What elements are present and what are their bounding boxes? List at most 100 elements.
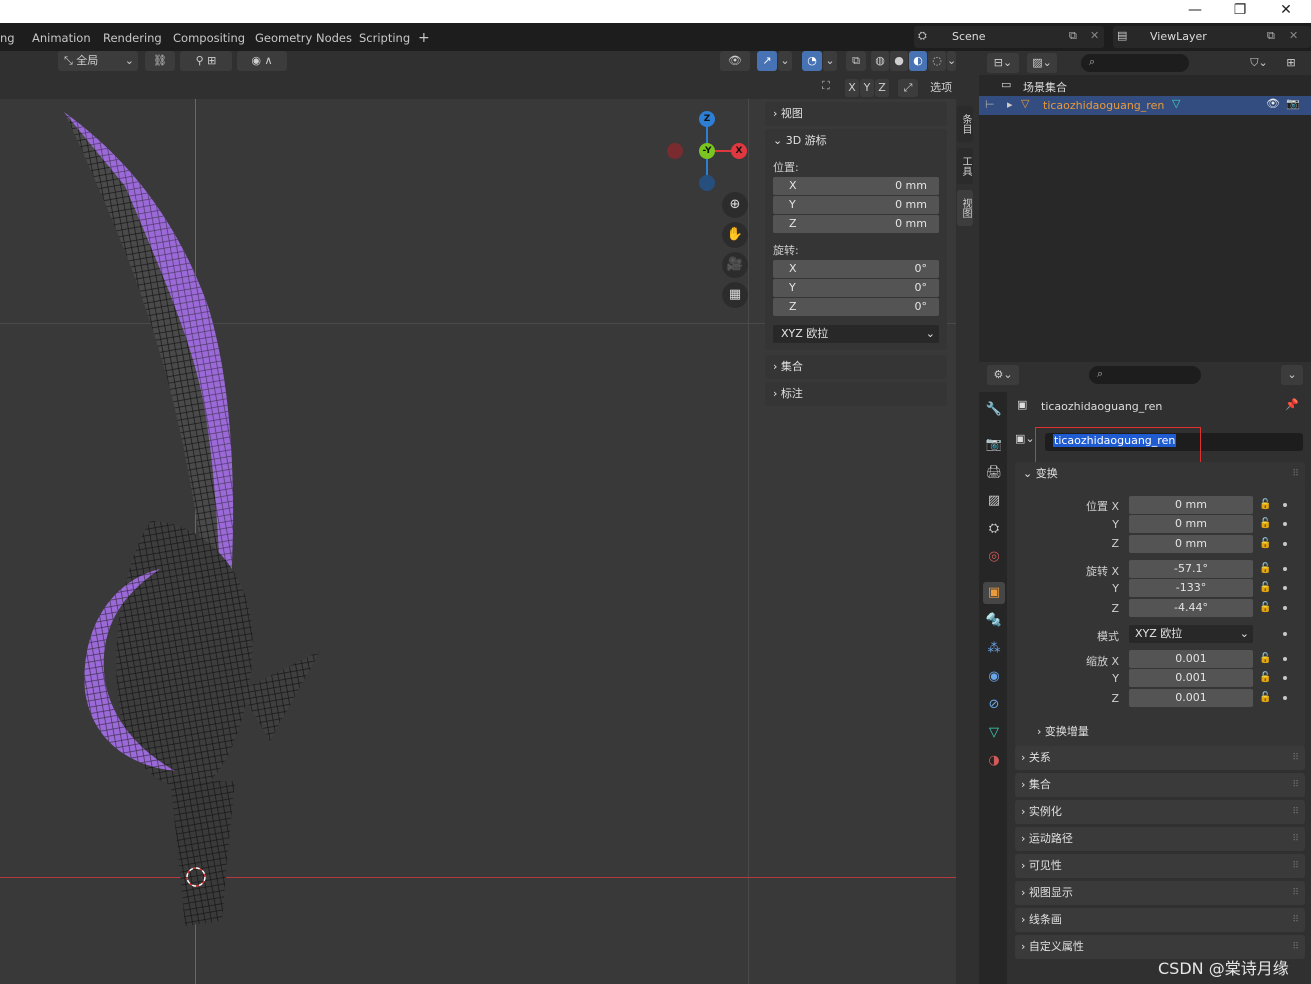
keyframe-dot-icon[interactable]: [1283, 567, 1287, 571]
ortho-grid-icon[interactable]: ▦: [722, 282, 748, 308]
cursor-location-y[interactable]: Y 0 mm: [773, 196, 939, 214]
tab-scripting[interactable]: Scripting: [359, 29, 410, 47]
gizmo-z-axis[interactable]: Z: [699, 111, 715, 127]
gizmo-neg-y-axis[interactable]: -Y: [699, 143, 715, 159]
motion-paths-panel-header[interactable]: › 运动路径 ⠿: [1015, 827, 1305, 851]
drag-grip-icon[interactable]: ⠿: [1292, 462, 1299, 486]
cursor-rotation-z[interactable]: Z 0°: [773, 298, 939, 316]
keyframe-dot-icon[interactable]: [1283, 632, 1287, 636]
tab-item[interactable]: 条目: [957, 106, 973, 142]
cursor-rotation-x[interactable]: X 0°: [773, 260, 939, 278]
solid-shading-icon[interactable]: ●: [890, 51, 908, 71]
collection-panel-header[interactable]: › 集合: [765, 355, 947, 379]
drag-grip-icon[interactable]: ⠿: [1292, 935, 1299, 959]
chevron-down-icon[interactable]: ⌄: [947, 51, 956, 71]
keyframe-dot-icon[interactable]: [1283, 606, 1287, 610]
material-tab-icon[interactable]: ◑: [983, 750, 1005, 772]
pan-hand-icon[interactable]: ✋: [722, 222, 748, 248]
lock-icon[interactable]: 🔓: [1259, 602, 1271, 614]
scale-x-field[interactable]: 0.001: [1129, 650, 1253, 668]
keyframe-dot-icon[interactable]: [1283, 503, 1287, 507]
keyframe-dot-icon[interactable]: [1283, 586, 1287, 590]
display-mode-icon[interactable]: ⊟⌄: [987, 53, 1019, 73]
drag-grip-icon[interactable]: ⠿: [1292, 908, 1299, 932]
cursor-panel-header[interactable]: ⌄ 3D 游标: [765, 129, 947, 153]
rotation-z-field[interactable]: -4.44°: [1129, 599, 1253, 617]
tab-view[interactable]: 视图: [957, 190, 973, 226]
axis-y-toggle[interactable]: Y: [860, 79, 874, 97]
snap-options-icon[interactable]: ⤢: [898, 79, 918, 97]
camera-render-icon[interactable]: 📷: [1286, 97, 1300, 110]
axis-z-toggle[interactable]: Z: [875, 79, 889, 97]
tab-shading[interactable]: ng: [0, 29, 15, 47]
chevron-down-icon[interactable]: ⌄: [823, 51, 837, 71]
tab-tool[interactable]: 工具: [957, 148, 973, 184]
relations-panel-header[interactable]: › 关系 ⠿: [1015, 746, 1305, 770]
cursor-location-z[interactable]: Z 0 mm: [773, 215, 939, 233]
properties-search[interactable]: ⌕: [1089, 366, 1201, 384]
expand-arrow-icon[interactable]: ▸: [1007, 98, 1013, 111]
location-y-field[interactable]: 0 mm: [1129, 515, 1253, 533]
new-viewlayer-icon[interactable]: ⧉: [1267, 29, 1275, 43]
snapping-icon[interactable]: ⚲ ⊞: [180, 51, 232, 71]
camera-icon[interactable]: 🎥: [722, 252, 748, 278]
gizmo-neg-z-axis[interactable]: [699, 175, 715, 191]
tab-animation[interactable]: Animation: [32, 29, 91, 47]
annotation-panel-header[interactable]: › 标注: [765, 382, 947, 406]
close-button[interactable]: ✕: [1263, 0, 1309, 23]
scale-z-field[interactable]: 0.001: [1129, 689, 1253, 707]
keyframe-dot-icon[interactable]: [1283, 657, 1287, 661]
object-row-selected[interactable]: ⊢ ▸ ▽ ticaozhidaoguang_ren ▽ 👁 📷: [979, 96, 1311, 115]
remove-viewlayer-icon[interactable]: ✕: [1289, 29, 1298, 42]
keyframe-dot-icon[interactable]: [1283, 696, 1287, 700]
data-tab-icon[interactable]: ▽: [983, 722, 1005, 744]
filter-icon[interactable]: ⛉⌄: [1243, 53, 1275, 73]
new-collection-icon[interactable]: ⊞: [1281, 53, 1301, 73]
add-workspace-button[interactable]: +: [418, 29, 430, 47]
rotation-mode-dropdown[interactable]: XYZ 欧拉 ⌄: [773, 325, 939, 343]
scene-selector[interactable]: ⛭ Scene ⧉ ✕: [914, 26, 1104, 48]
delta-transform-header[interactable]: › 变换增量: [1037, 723, 1089, 739]
orientation-dropdown[interactable]: ⤡ 全局 ⌄: [58, 51, 138, 71]
xray-toggle-icon[interactable]: ⧉: [846, 51, 866, 71]
chevron-down-icon[interactable]: ⌄: [778, 51, 792, 71]
filter-view-icon[interactable]: ▨⌄: [1027, 53, 1057, 73]
eye-icon[interactable]: 👁: [1266, 97, 1280, 110]
chevron-down-icon[interactable]: ⌄: [1281, 365, 1303, 385]
lock-icon[interactable]: 🔓: [1259, 518, 1271, 530]
cursor-location-x[interactable]: X 0 mm: [773, 177, 939, 195]
wireframe-shading-icon[interactable]: ◍: [871, 51, 889, 71]
viewport-display-panel-header[interactable]: › 视图显示 ⠿: [1015, 881, 1305, 905]
visibility-panel-header[interactable]: › 可见性 ⠿: [1015, 854, 1305, 878]
line-art-panel-header[interactable]: › 线条画 ⠿: [1015, 908, 1305, 932]
gizmo-x-axis[interactable]: X: [731, 143, 747, 159]
restore-button[interactable]: ❐: [1217, 0, 1263, 23]
editor-type-icon[interactable]: ⚙⌄: [987, 365, 1019, 385]
material-shading-icon[interactable]: ◐: [909, 51, 927, 71]
minimize-button[interactable]: —: [1172, 0, 1218, 23]
zoom-icon[interactable]: ⊕: [722, 192, 748, 218]
drag-grip-icon[interactable]: ⠿: [1292, 881, 1299, 905]
gizmo-neg-x-axis[interactable]: [667, 143, 683, 159]
render-tab-icon[interactable]: 📷: [983, 434, 1005, 456]
keyframe-dot-icon[interactable]: [1283, 676, 1287, 680]
drag-grip-icon[interactable]: ⠿: [1292, 827, 1299, 851]
proportional-edit-icon[interactable]: ◉ ∧: [237, 51, 287, 71]
mesh-data-icon[interactable]: ▽: [1172, 97, 1180, 110]
pin-icon[interactable]: 📌: [1285, 398, 1299, 411]
tab-compositing[interactable]: Compositing: [173, 29, 245, 47]
lock-icon[interactable]: 🔓: [1259, 582, 1271, 594]
output-tab-icon[interactable]: 🖨: [983, 462, 1005, 484]
rotation-x-field[interactable]: -57.1°: [1129, 560, 1253, 578]
instancing-panel-header[interactable]: › 实例化 ⠿: [1015, 800, 1305, 824]
lock-icon[interactable]: 🔓: [1259, 538, 1271, 550]
drag-grip-icon[interactable]: ⠿: [1292, 746, 1299, 770]
transform-panel-header[interactable]: ⌄ 变换 ⠿: [1015, 462, 1305, 486]
tab-rendering[interactable]: Rendering: [103, 29, 162, 47]
pivot-point-icon[interactable]: ⛓: [145, 51, 175, 71]
scene-collection-row[interactable]: ▭ 场景集合: [979, 77, 1311, 95]
rotation-mode-dropdown[interactable]: XYZ 欧拉 ⌄: [1129, 625, 1253, 643]
keyframe-dot-icon[interactable]: [1283, 522, 1287, 526]
drag-grip-icon[interactable]: ⠿: [1292, 773, 1299, 797]
drag-grip-icon[interactable]: ⠿: [1292, 800, 1299, 824]
